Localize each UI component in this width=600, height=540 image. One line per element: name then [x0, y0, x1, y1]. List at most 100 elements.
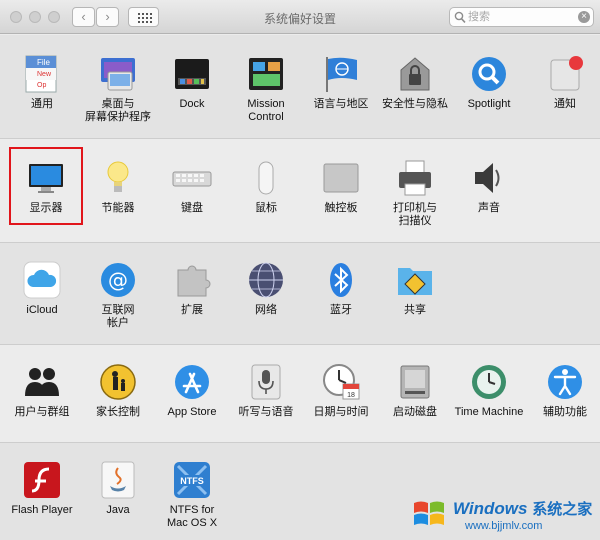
- spotlight-icon: [469, 54, 509, 94]
- pref-parental-controls[interactable]: 家长控制: [81, 362, 155, 419]
- pref-label: Dock: [179, 98, 205, 110]
- java-icon: [98, 460, 138, 500]
- pref-label: Spotlight: [467, 98, 511, 110]
- sound-icon: [469, 158, 509, 198]
- pref-label: Flash Player: [11, 504, 73, 516]
- pref-label: 通知: [554, 98, 576, 110]
- pref-mouse[interactable]: 鼠标: [229, 158, 303, 215]
- pref-time-machine[interactable]: Time Machine: [452, 362, 526, 419]
- notifications-icon: [545, 54, 585, 94]
- pref-dictation-speech[interactable]: 听写与语音: [229, 362, 303, 419]
- ntfs-icon: NTFS: [172, 460, 212, 500]
- pref-mission-control[interactable]: Mission Control: [229, 54, 303, 124]
- pref-label: 家长控制: [96, 406, 140, 418]
- app-store-icon: [172, 362, 212, 402]
- pref-dock[interactable]: Dock: [155, 54, 229, 111]
- pref-desktop-screensaver[interactable]: 桌面与 屏幕保护程序: [81, 54, 155, 124]
- flash-player-icon: [22, 460, 62, 500]
- language-region-icon: [321, 54, 361, 94]
- title-bar: ‹ › 系统偏好设置 ×: [0, 0, 600, 34]
- pref-users-groups[interactable]: 用户与群组: [5, 362, 79, 419]
- watermark: Windows 系统之家 www.bjjmlv.com: [405, 492, 595, 536]
- pref-label: 扩展: [181, 304, 203, 316]
- pref-bluetooth[interactable]: 蓝牙: [304, 260, 378, 317]
- pref-label: 辅助功能: [543, 406, 587, 418]
- keyboard-icon: [172, 158, 212, 198]
- search-input[interactable]: [468, 9, 568, 25]
- svg-text:18: 18: [347, 392, 355, 399]
- pref-java[interactable]: Java: [81, 460, 155, 517]
- pref-label: 键盘: [181, 202, 203, 214]
- pref-flash-player[interactable]: Flash Player: [5, 460, 79, 517]
- pref-label: 鼠标: [255, 202, 277, 214]
- pref-label: 声音: [478, 202, 500, 214]
- pref-extensions[interactable]: 扩展: [155, 260, 229, 317]
- pref-printers-scanners[interactable]: 打印机与 扫描仪: [378, 158, 452, 228]
- date-time-icon: 18: [321, 362, 361, 402]
- pref-ntfs[interactable]: NTFS NTFS for Mac OS X: [155, 460, 229, 530]
- pref-internet-accounts[interactable]: @ 互联网 帐户: [81, 260, 155, 330]
- svg-text:File: File: [37, 58, 50, 67]
- bluetooth-icon: [321, 260, 361, 300]
- dictation-speech-icon: [246, 362, 286, 402]
- pref-label: NTFS for Mac OS X: [166, 504, 218, 529]
- pref-network[interactable]: 网络: [229, 260, 303, 317]
- pref-label: Mission Control: [247, 98, 285, 123]
- pref-app-store[interactable]: App Store: [155, 362, 229, 419]
- startup-disk-icon: [395, 362, 435, 402]
- watermark-brand: Windows: [453, 499, 528, 518]
- internet-accounts-icon: @: [98, 260, 138, 300]
- pref-sharing[interactable]: 共享: [378, 260, 452, 317]
- search-box[interactable]: ×: [449, 7, 594, 27]
- desktop-screensaver-icon: [98, 54, 138, 94]
- pref-label: 触控板: [324, 202, 358, 214]
- pref-spotlight[interactable]: Spotlight: [452, 54, 526, 111]
- pref-label: App Store: [167, 406, 217, 418]
- pref-accessibility[interactable]: 辅助功能: [528, 362, 600, 419]
- pref-label: Time Machine: [454, 406, 524, 418]
- dock-icon: [172, 54, 212, 94]
- windows-logo-icon: [414, 501, 444, 525]
- svg-text:Op: Op: [37, 82, 46, 89]
- pref-security-privacy[interactable]: 安全性与隐私: [378, 54, 452, 111]
- trackpad-icon: [321, 158, 361, 198]
- time-machine-icon: [469, 362, 509, 402]
- pref-date-time[interactable]: 18 日期与时间: [304, 362, 378, 419]
- pref-trackpad[interactable]: 触控板: [304, 158, 378, 215]
- printers-scanners-icon: [395, 158, 435, 198]
- pref-general[interactable]: File New Op 通用: [5, 54, 79, 111]
- pref-language-region[interactable]: 语言与地区: [304, 54, 378, 111]
- pref-icloud[interactable]: iCloud: [5, 260, 79, 317]
- icloud-icon: [22, 260, 62, 300]
- sharing-icon: [395, 260, 435, 300]
- general-icon: File New Op: [22, 54, 62, 94]
- pref-label: 听写与语音: [238, 406, 294, 418]
- pref-notifications[interactable]: 通知: [528, 54, 600, 111]
- pref-label: 蓝牙: [330, 304, 352, 316]
- users-groups-icon: [22, 362, 62, 402]
- pref-energy-saver[interactable]: 节能器: [81, 158, 155, 215]
- pref-startup-disk[interactable]: 启动磁盘: [378, 362, 452, 419]
- svg-text:New: New: [37, 71, 52, 78]
- pref-label: 桌面与 屏幕保护程序: [85, 98, 151, 123]
- pref-keyboard[interactable]: 键盘: [155, 158, 229, 215]
- pref-label: 语言与地区: [313, 98, 369, 110]
- accessibility-icon: [545, 362, 585, 402]
- pref-label: 节能器: [101, 202, 135, 214]
- network-icon: [246, 260, 286, 300]
- mouse-icon: [246, 158, 286, 198]
- pref-label: 通用: [31, 98, 53, 110]
- pref-label: iCloud: [26, 304, 58, 316]
- svg-text:NTFS: NTFS: [180, 476, 204, 486]
- energy-saver-icon: [98, 158, 138, 198]
- pref-label: 互联网 帐户: [101, 304, 135, 329]
- security-privacy-icon: [395, 54, 435, 94]
- extensions-icon: [172, 260, 212, 300]
- pref-label: Java: [106, 504, 130, 516]
- pref-label: 用户与群组: [14, 406, 70, 418]
- clear-search-button[interactable]: ×: [578, 11, 590, 23]
- pref-label: 网络: [255, 304, 277, 316]
- pref-sound[interactable]: 声音: [452, 158, 526, 215]
- displays-highlight-box: [9, 147, 83, 225]
- pref-label: 日期与时间: [313, 406, 369, 418]
